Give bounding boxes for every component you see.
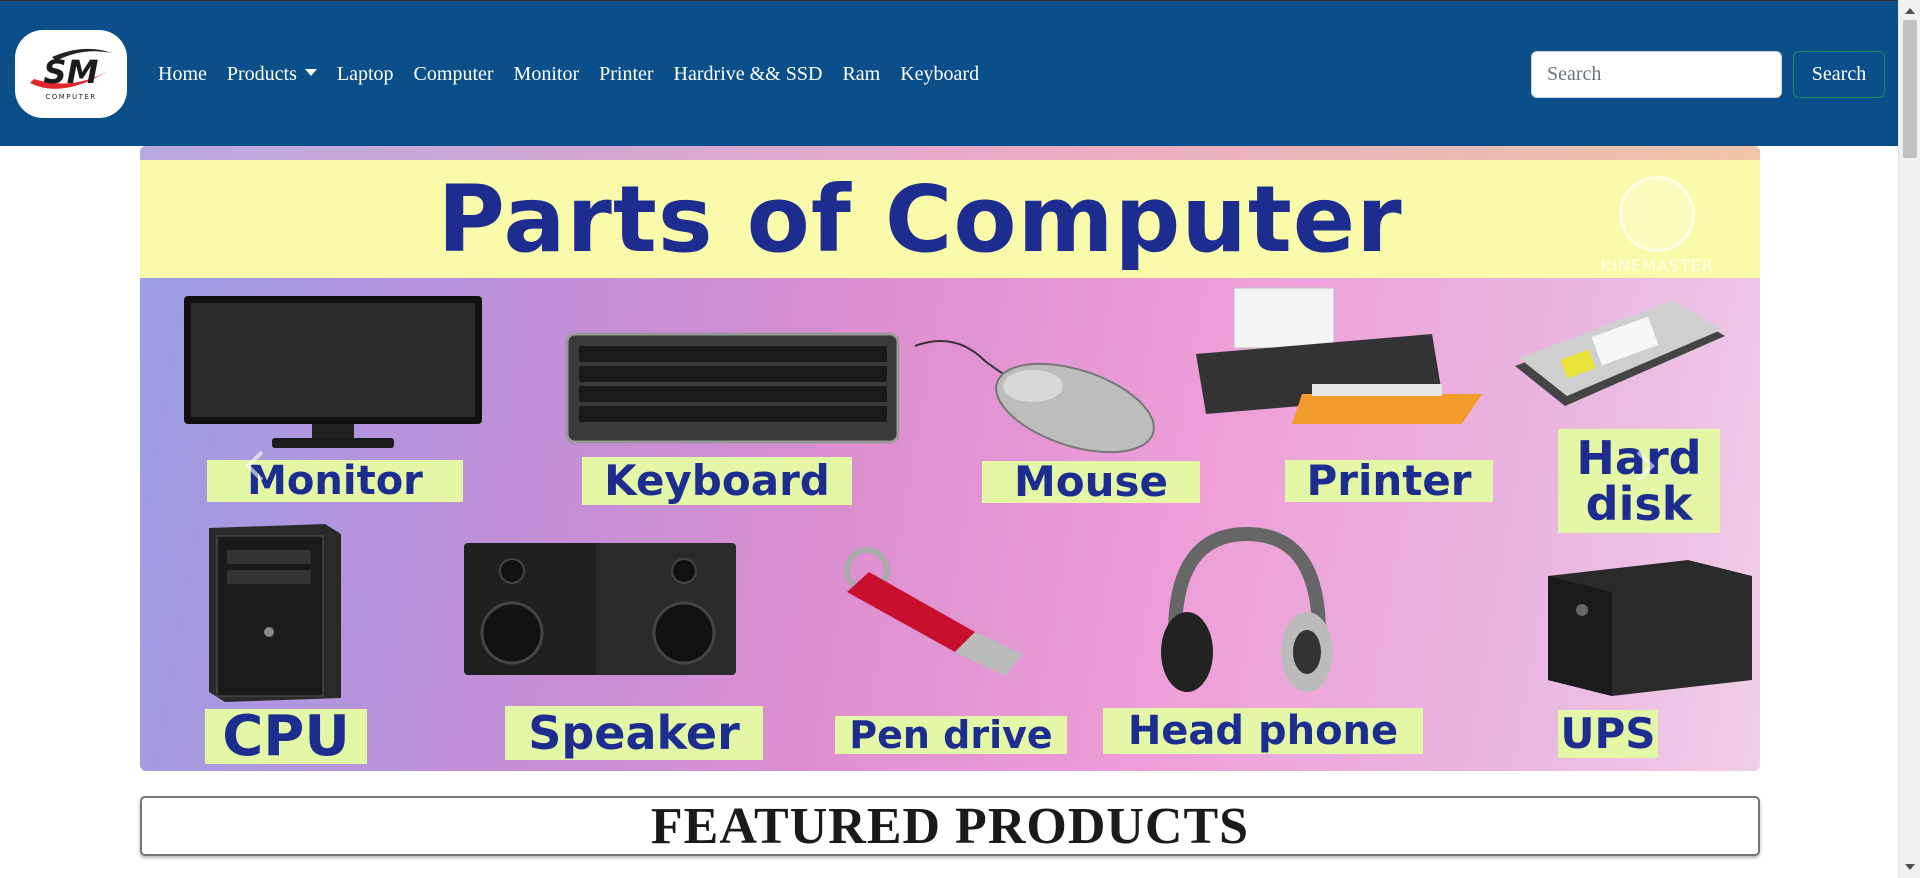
scrollbar-thumb[interactable] [1903, 20, 1917, 158]
carousel-prev-icon[interactable] [240, 446, 270, 486]
watermark-text: KINEMASTER [1600, 256, 1714, 275]
nav-hardrive-ssd[interactable]: Hardrive && SSD [664, 59, 833, 89]
hard-disk-icon [1515, 300, 1725, 406]
kinemaster-logo-icon [1619, 176, 1696, 252]
keyboard-icon [565, 332, 900, 444]
chevron-down-icon [304, 69, 317, 76]
nav-products-dropdown[interactable]: Products [217, 59, 327, 89]
part-label-printer: Printer [1285, 460, 1493, 502]
speaker-icon [464, 543, 736, 675]
part-label-pen-drive: Pen drive [835, 716, 1067, 754]
printer-icon [1196, 287, 1482, 424]
headphone-icon [1161, 526, 1333, 692]
part-label-head-phone: Head phone [1103, 708, 1423, 754]
kinemaster-watermark: KINEMASTER [1601, 176, 1714, 275]
nav-menu: Home Products Laptop Computer Monitor Pr… [158, 59, 989, 89]
part-label-mouse: Mouse [982, 461, 1200, 503]
banner-top-strip [140, 146, 1760, 160]
brand-logo[interactable]: SM COMPUTER [15, 30, 127, 118]
pen-drive-icon [844, 547, 1023, 676]
scroll-up-arrow-icon[interactable] [1905, 8, 1915, 14]
nav-computer[interactable]: Computer [404, 59, 504, 89]
nav-printer[interactable]: Printer [589, 59, 663, 89]
ups-icon [1548, 560, 1752, 696]
banner-title: Parts of Computer [437, 165, 1403, 273]
featured-products-title: FEATURED PRODUCTS [650, 797, 1250, 855]
banner-header: Parts of Computer [140, 160, 1760, 278]
nav-monitor[interactable]: Monitor [504, 59, 590, 89]
mouse-icon [915, 340, 1155, 454]
svg-text:COMPUTER: COMPUTER [45, 93, 96, 101]
nav-products-label: Products [226, 63, 297, 85]
part-label-cpu: CPU [205, 708, 367, 764]
search-input[interactable] [1531, 51, 1782, 98]
page-scrollbar[interactable] [1898, 0, 1920, 878]
carousel-next-icon[interactable] [1630, 446, 1660, 486]
cpu-icon [209, 524, 341, 702]
nav-keyboard[interactable]: Keyboard [890, 59, 989, 89]
monitor-icon [184, 296, 482, 448]
svg-text:SM: SM [44, 53, 99, 91]
nav-ram[interactable]: Ram [832, 59, 890, 89]
navbar: SM COMPUTER Home Products Laptop Compute… [0, 0, 1898, 146]
search-button[interactable]: Search [1793, 51, 1885, 98]
scroll-down-arrow-icon[interactable] [1905, 864, 1915, 870]
nav-home[interactable]: Home [158, 59, 217, 89]
nav-laptop[interactable]: Laptop [327, 59, 404, 89]
hero-carousel: Parts of Computer KINEMASTER Monitor Key… [140, 146, 1760, 771]
search-form: Search [1531, 51, 1885, 98]
part-label-keyboard: Keyboard [582, 457, 852, 505]
sm-computer-logo-icon: SM COMPUTER [30, 48, 112, 101]
featured-products-header: FEATURED PRODUCTS [140, 796, 1760, 856]
part-label-speaker: Speaker [505, 706, 763, 760]
part-label-ups: UPS [1558, 710, 1658, 758]
